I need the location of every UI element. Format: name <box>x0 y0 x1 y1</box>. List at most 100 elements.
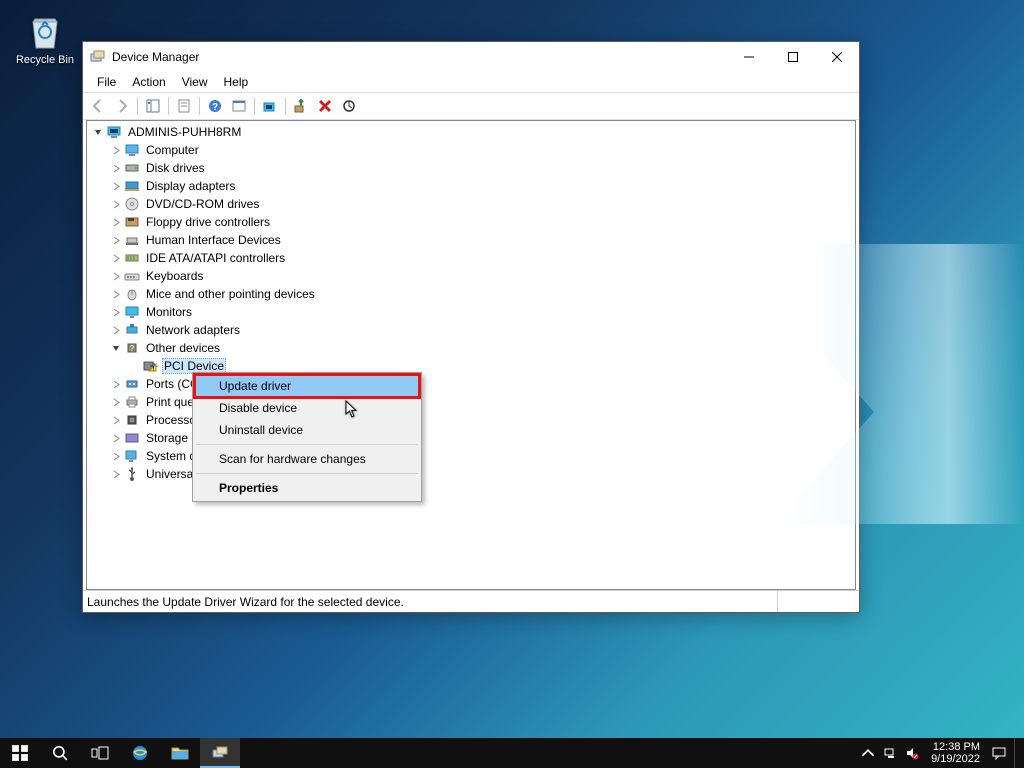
menu-file[interactable]: File <box>89 73 124 91</box>
ctx-separator <box>196 473 418 474</box>
ctx-separator <box>196 444 418 445</box>
chevron-right-icon[interactable] <box>109 143 123 157</box>
tree-item-other-devices[interactable]: ? Other devices <box>87 339 855 357</box>
chevron-right-icon[interactable] <box>109 161 123 175</box>
show-desktop-button[interactable] <box>1014 738 1020 768</box>
monitor-icon <box>124 304 140 320</box>
chevron-right-icon[interactable] <box>109 287 123 301</box>
clock-time: 12:38 PM <box>931 741 980 753</box>
action-button[interactable] <box>228 95 250 117</box>
ctx-update-driver[interactable]: Update driver <box>195 375 419 397</box>
taskbar: 12:38 PM 9/19/2022 <box>0 738 1024 768</box>
chevron-down-icon[interactable] <box>109 341 123 355</box>
device-manager-app-icon <box>90 49 106 65</box>
ctx-uninstall-device[interactable]: Uninstall device <box>195 419 419 441</box>
chevron-right-icon[interactable] <box>109 179 123 193</box>
usb-icon <box>124 466 140 482</box>
ctx-disable-device[interactable]: Disable device <box>195 397 419 419</box>
computer-icon <box>106 124 122 140</box>
status-right-pane <box>777 591 859 612</box>
floppy-icon <box>124 214 140 230</box>
chevron-right-icon[interactable] <box>109 431 123 445</box>
minimize-button[interactable] <box>727 42 771 72</box>
chevron-down-icon[interactable] <box>91 125 105 139</box>
network-tray-icon[interactable] <box>879 738 901 768</box>
cpu-icon <box>124 412 140 428</box>
device-manager-taskbar-icon[interactable] <box>200 738 240 768</box>
hid-icon <box>124 232 140 248</box>
tree-item[interactable]: Disk drives <box>87 159 855 177</box>
maximize-button[interactable] <box>771 42 815 72</box>
system-devices-icon <box>124 448 140 464</box>
chevron-right-icon[interactable] <box>109 233 123 247</box>
device-tree[interactable]: ADMINIS-PUHH8RM Computer Disk drives Dis… <box>86 120 856 590</box>
chevron-right-icon[interactable] <box>109 215 123 229</box>
desktop-background[interactable]: Recycle Bin Device Manager File Action V… <box>0 0 1024 768</box>
volume-tray-icon[interactable] <box>901 738 923 768</box>
help-button[interactable]: ? <box>204 95 226 117</box>
tree-item[interactable]: DVD/CD-ROM drives <box>87 195 855 213</box>
task-view-button[interactable] <box>80 738 120 768</box>
chevron-right-icon[interactable] <box>109 197 123 211</box>
ctx-scan-hardware[interactable]: Scan for hardware changes <box>195 448 419 470</box>
recycle-bin-desktop-icon[interactable]: Recycle Bin <box>10 8 80 66</box>
recycle-bin-icon <box>23 8 67 52</box>
action-center-button[interactable] <box>988 738 1010 768</box>
scan-hardware-button[interactable] <box>338 95 360 117</box>
properties-button[interactable] <box>173 95 195 117</box>
device-manager-window: Device Manager File Action View Help ? <box>82 41 860 613</box>
window-title: Device Manager <box>112 50 727 64</box>
tray-overflow-button[interactable] <box>857 738 879 768</box>
disk-icon <box>124 160 140 176</box>
dvd-icon <box>124 196 140 212</box>
chevron-right-icon[interactable] <box>109 467 123 481</box>
menu-help[interactable]: Help <box>216 73 257 91</box>
menu-view[interactable]: View <box>174 73 216 91</box>
update-driver-button[interactable] <box>259 95 281 117</box>
chevron-right-icon[interactable] <box>109 323 123 337</box>
chevron-right-icon[interactable] <box>109 251 123 265</box>
tree-root[interactable]: ADMINIS-PUHH8RM <box>87 123 855 141</box>
search-button[interactable] <box>40 738 80 768</box>
ie-taskbar-icon[interactable] <box>120 738 160 768</box>
svg-text:?: ? <box>130 344 135 353</box>
menubar: File Action View Help <box>83 72 859 92</box>
tree-item[interactable]: Human Interface Devices <box>87 231 855 249</box>
tree-root-label: ADMINIS-PUHH8RM <box>126 125 243 139</box>
unknown-device-icon: ! <box>142 358 158 374</box>
context-menu: Update driver Disable device Uninstall d… <box>192 372 422 502</box>
close-button[interactable] <box>815 42 859 72</box>
mouse-icon <box>124 286 140 302</box>
taskbar-clock[interactable]: 12:38 PM 9/19/2022 <box>923 741 988 765</box>
file-explorer-taskbar-icon[interactable] <box>160 738 200 768</box>
chevron-right-icon[interactable] <box>109 305 123 319</box>
chevron-right-icon[interactable] <box>109 395 123 409</box>
ctx-properties[interactable]: Properties <box>195 477 419 499</box>
tree-item[interactable]: IDE ATA/ATAPI controllers <box>87 249 855 267</box>
uninstall-device-button[interactable] <box>314 95 336 117</box>
computer-category-icon <box>124 142 140 158</box>
storage-controller-icon <box>124 430 140 446</box>
tree-item[interactable]: Display adapters <box>87 177 855 195</box>
chevron-right-icon[interactable] <box>109 413 123 427</box>
tree-item[interactable]: Computer <box>87 141 855 159</box>
ide-icon <box>124 250 140 266</box>
tree-item[interactable]: Network adapters <box>87 321 855 339</box>
tree-item[interactable]: Monitors <box>87 303 855 321</box>
tree-item[interactable]: Keyboards <box>87 267 855 285</box>
menu-action[interactable]: Action <box>124 73 173 91</box>
printer-icon <box>124 394 140 410</box>
statusbar: Launches the Update Driver Wizard for th… <box>83 590 859 612</box>
tree-item[interactable]: Mice and other pointing devices <box>87 285 855 303</box>
start-button[interactable] <box>0 738 40 768</box>
show-hide-tree-button[interactable] <box>142 95 164 117</box>
tree-item[interactable]: Floppy drive controllers <box>87 213 855 231</box>
chevron-right-icon[interactable] <box>109 377 123 391</box>
chevron-right-icon[interactable] <box>109 449 123 463</box>
chevron-right-icon[interactable] <box>109 269 123 283</box>
system-tray: 12:38 PM 9/19/2022 <box>857 738 1024 768</box>
display-adapter-icon <box>124 178 140 194</box>
enable-device-button[interactable] <box>290 95 312 117</box>
titlebar[interactable]: Device Manager <box>83 42 859 72</box>
keyboard-icon <box>124 268 140 284</box>
